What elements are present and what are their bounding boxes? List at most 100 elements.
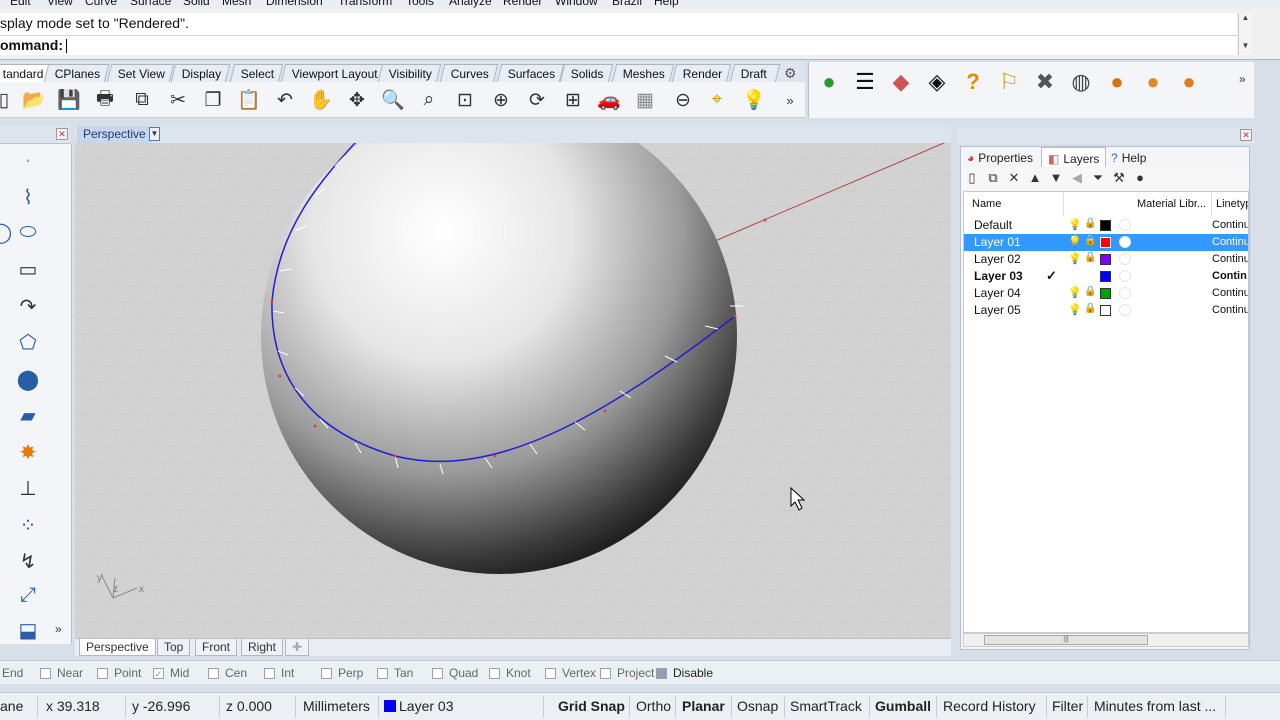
status-layer[interactable]: Layer 03 xyxy=(384,696,544,718)
light-bulb-icon[interactable]: 💡 xyxy=(1068,235,1082,248)
menu-edit[interactable]: Edit xyxy=(10,0,31,8)
lock-icon[interactable]: 🔒 xyxy=(1084,235,1096,246)
scroll-up-icon[interactable]: ▲ xyxy=(1239,13,1252,27)
light-bulb-icon[interactable]: 💡 xyxy=(740,86,768,114)
command-prompt[interactable]: ommand: xyxy=(0,35,1237,55)
overflow-chevron-icon[interactable]: » xyxy=(776,86,804,114)
point-icon[interactable]: ◦ xyxy=(13,146,43,176)
polyline-icon[interactable]: ⌇ xyxy=(13,182,43,212)
tab-right[interactable]: Right xyxy=(241,639,284,656)
material-swatch[interactable] xyxy=(1119,287,1131,299)
osnap-perp[interactable]: Perp xyxy=(321,666,363,680)
status-units[interactable]: Millimeters xyxy=(303,696,379,718)
layer-color-swatch[interactable] xyxy=(1100,254,1111,265)
car-icon[interactable]: 🚗 xyxy=(595,86,623,114)
light-bulb-icon[interactable]: 💡 xyxy=(1068,252,1082,265)
ortho-button[interactable]: Ortho xyxy=(636,696,676,718)
checkbox[interactable] xyxy=(40,667,51,679)
material-dots-icon[interactable]: ● xyxy=(1173,66,1205,98)
new-layer-icon[interactable]: ▯ xyxy=(963,170,981,188)
new-icon[interactable]: ▯ xyxy=(0,86,18,114)
layer-color-swatch[interactable] xyxy=(1100,271,1111,282)
light-bulb-icon[interactable]: 💡 xyxy=(1068,218,1082,231)
material-icon[interactable]: ● xyxy=(1137,66,1169,98)
tab-visibility[interactable]: Visibility xyxy=(377,64,442,82)
menu-solid[interactable]: Solid xyxy=(183,0,210,8)
osnap-mid[interactable]: ✓ Mid xyxy=(153,666,189,680)
sphere-grey-icon[interactable]: ◍ xyxy=(1065,66,1097,98)
menu-curve[interactable]: Curve xyxy=(85,0,117,8)
menu-view[interactable]: View xyxy=(47,0,73,8)
sphere-orange-icon[interactable]: ● xyxy=(1101,66,1133,98)
zoom-extents-icon[interactable]: ⊡ xyxy=(451,86,479,114)
osnap-icon[interactable]: ⊖ xyxy=(669,86,697,114)
menu-surface[interactable]: Surface xyxy=(130,0,171,8)
spheres-icon[interactable]: ⬤ xyxy=(13,364,43,394)
menu-brazil[interactable]: Brazil xyxy=(612,0,642,8)
record-history-button[interactable]: Record History xyxy=(943,696,1047,718)
viewport-title[interactable]: Perspective xyxy=(77,126,152,143)
tab-drafting[interactable]: Draft xyxy=(729,64,781,82)
gumball-button[interactable]: Gumball xyxy=(875,696,937,718)
viewport-canvas[interactable]: y z x xyxy=(75,126,951,638)
osnap-int[interactable]: Int xyxy=(264,666,294,680)
perspective-viewport[interactable]: y z x Perspective ▼ xyxy=(75,126,951,638)
close-icon[interactable]: ✕ xyxy=(1240,129,1252,141)
layer-row-layer-01[interactable]: Layer 01 💡 🔒 Continu xyxy=(964,234,1248,251)
layer-row-layer-04[interactable]: Layer 04 💡 🔒 Continu xyxy=(964,285,1248,302)
menu-tools[interactable]: Tools xyxy=(406,0,434,8)
tab-help[interactable]: ? Help xyxy=(1105,147,1152,167)
tab-surfaces[interactable]: Surfaces xyxy=(496,64,565,82)
rotate-view-icon[interactable]: ✥ xyxy=(343,86,371,114)
menu-transform[interactable]: Transform xyxy=(338,0,392,8)
tools-icon[interactable]: ⚒ xyxy=(1110,170,1128,188)
menu-mesh[interactable]: Mesh xyxy=(222,0,251,8)
command-scrollbar[interactable]: ▲ ▼ xyxy=(1238,13,1252,55)
material-swatch[interactable] xyxy=(1119,236,1131,248)
tools-icon[interactable]: ✖ xyxy=(1029,66,1061,98)
left-overflow-icon[interactable]: » xyxy=(55,622,62,636)
new-sublayer-icon[interactable]: ⧉ xyxy=(984,170,1002,188)
dimension-icon[interactable]: ⊥ xyxy=(13,473,43,503)
tab-cplanes[interactable]: CPlanes xyxy=(43,64,110,82)
transform-icon[interactable]: ⬓ xyxy=(13,615,43,645)
menu-dimension[interactable]: Dimension xyxy=(266,0,323,8)
gear-icon[interactable]: ⚙ xyxy=(784,65,797,82)
diamond-outline-icon[interactable]: ◈ xyxy=(921,66,953,98)
tab-properties[interactable]: ◕ Properties xyxy=(961,147,1039,167)
checkbox[interactable] xyxy=(656,667,667,679)
osnap-near[interactable]: Near xyxy=(40,666,83,680)
grid-snap-button[interactable]: Grid Snap xyxy=(558,696,630,718)
import-icon[interactable]: ⧉ xyxy=(128,86,156,114)
grid-icon[interactable]: ▦ xyxy=(631,86,659,114)
gumball-icon[interactable]: ⌖ xyxy=(703,86,731,114)
move-parent-icon[interactable]: ◀ xyxy=(1068,170,1086,188)
zoom-window-icon[interactable]: ⌕ xyxy=(415,86,443,114)
tab-perspective[interactable]: Perspective xyxy=(79,639,156,656)
rectangle-icon[interactable]: ▭ xyxy=(13,254,43,284)
menu-help[interactable]: Help xyxy=(654,0,679,8)
checkbox-checked[interactable]: ✓ xyxy=(153,667,164,679)
menu-analyze[interactable]: Analyze xyxy=(449,0,492,8)
checkbox[interactable] xyxy=(321,667,332,679)
checkbox[interactable] xyxy=(600,667,611,679)
tab-select[interactable]: Select xyxy=(229,64,284,82)
material-swatch[interactable] xyxy=(1119,270,1131,282)
diamond-icon[interactable]: ◆ xyxy=(885,66,917,98)
layer-row-layer-03[interactable]: Layer 03 ✓ Contin xyxy=(964,268,1248,285)
scrollbar-thumb[interactable]: ||| xyxy=(984,635,1148,645)
open-icon[interactable]: 📂 xyxy=(20,86,48,114)
add-viewport-icon[interactable]: ✚ xyxy=(285,639,310,656)
lock-icon[interactable]: 🔒 xyxy=(1084,303,1096,314)
filter-icon[interactable]: ⏷ xyxy=(1089,170,1107,188)
checkbox[interactable] xyxy=(432,667,443,679)
tab-layers[interactable]: ◧ Layers xyxy=(1041,147,1107,167)
lock-icon[interactable]: 🔒 xyxy=(1084,252,1096,263)
four-viewports-icon[interactable]: ⊞ xyxy=(559,86,587,114)
sphere-green-icon[interactable]: ● xyxy=(813,66,845,98)
osnap-disable[interactable]: Disable xyxy=(656,666,713,680)
checkbox[interactable] xyxy=(377,667,388,679)
extrude-icon[interactable]: ⬠ xyxy=(13,327,43,357)
explode-icon[interactable]: ✸ xyxy=(13,437,43,467)
fillet-icon[interactable]: ↯ xyxy=(13,546,43,576)
